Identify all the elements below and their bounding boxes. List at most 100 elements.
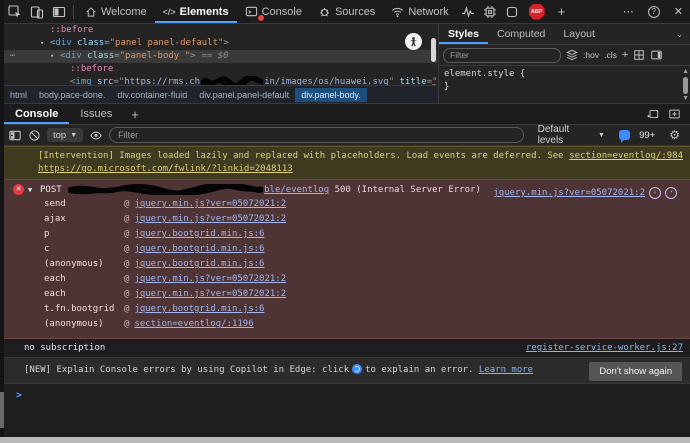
warning-source-link[interactable]: section=eventlog/:984 — [569, 150, 683, 163]
stack-frame-link[interactable]: jquery.bootgrid.min.js:6 — [134, 229, 264, 239]
console-warning-message: [Intervention] Images loaded lazily and … — [4, 146, 690, 180]
element-style-rule[interactable]: element.style { } — [439, 66, 690, 96]
node-options-icon[interactable]: ⋯ — [10, 50, 16, 63]
breadcrumb-item-panel-body[interactable]: div.panel-body. — [295, 88, 367, 102]
warning-link[interactable]: https://go.microsoft.com/fwlink/?linkid=… — [38, 164, 293, 174]
console-error-message: ✕ ▼POST ble/eventlog 500 (Internal Serve… — [4, 180, 690, 339]
tab-elements[interactable]: </> Elements — [155, 1, 237, 23]
console-error-badge — [257, 14, 265, 22]
expand-arrow-icon[interactable]: ▾ — [50, 50, 60, 63]
tab-network[interactable]: Network — [383, 1, 456, 23]
inspect-element-icon[interactable] — [4, 1, 26, 23]
hover-state-button[interactable]: :hov — [583, 50, 599, 60]
stack-frame: (anonymous)@section=eventlog/:1196 — [10, 317, 684, 332]
console-drawer: Console Issues + — [4, 103, 690, 437]
memory-chip-icon[interactable] — [479, 1, 501, 23]
breadcrumb-item-panel[interactable]: div.panel.panel-default — [193, 88, 295, 102]
stack-frame: p@jquery.bootgrid.min.js:6 — [10, 227, 684, 242]
tab-console[interactable]: Console — [237, 1, 310, 23]
page-edge-strip-bottom — [0, 437, 690, 443]
drawer-tab-console[interactable]: Console — [4, 104, 69, 124]
stack-frame: ajax@jquery.min.js?ver=05072021:2 — [10, 212, 684, 227]
toolbar-separator — [73, 5, 74, 19]
stack-frame: t.fn.bootgrid@jquery.bootgrid.min.js:6 — [10, 302, 684, 317]
stack-frame-link[interactable]: jquery.bootgrid.min.js:6 — [134, 259, 264, 269]
adblock-plus-icon[interactable]: ABP — [529, 4, 545, 20]
breadcrumb-item-body[interactable]: body.pace-done. — [33, 88, 111, 102]
add-drawer-tab-icon[interactable]: + — [123, 107, 147, 122]
customize-devtools-icon[interactable]: ⋯ — [616, 5, 641, 18]
clear-console-icon[interactable] — [28, 129, 41, 142]
stack-frame-link[interactable]: jquery.min.js?ver=05072021:2 — [134, 289, 286, 299]
live-expression-eye-icon[interactable] — [89, 129, 103, 142]
tab-layout[interactable]: Layout — [554, 24, 604, 44]
stack-frame-link[interactable]: jquery.min.js?ver=05072021:2 — [134, 214, 286, 224]
dom-node-panel-default[interactable]: ▾<div class="panel panel-default"> — [4, 37, 437, 50]
console-sidebar-icon[interactable] — [8, 129, 22, 142]
close-devtools-icon[interactable]: ✕ — [667, 5, 690, 18]
expand-arrow-icon[interactable]: ▾ — [40, 37, 50, 50]
error-url-link[interactable]: ble/eventlog — [67, 185, 329, 195]
log-source-link[interactable]: register-service-worker.js:27 — [526, 342, 683, 354]
learn-more-link[interactable]: Learn more — [479, 365, 533, 375]
accessibility-person-icon — [405, 33, 422, 50]
drawer-dock-icon[interactable] — [646, 108, 660, 120]
caret-down-icon: ▼ — [598, 132, 605, 139]
dom-node-panel-body-selected[interactable]: ⋯ ▾<div class="panel-body ">== $0 — [4, 50, 437, 63]
more-tabs-icon[interactable]: + — [551, 4, 573, 19]
breadcrumb-item-html[interactable]: html — [4, 88, 33, 102]
dom-node-pseudo-before[interactable]: ::before — [4, 24, 437, 37]
console-toolbar: top ▼ Default levels ▼ 99+ ⚙ — [4, 125, 690, 146]
styles-scroll-up-icon[interactable]: ▲ — [682, 68, 689, 75]
expand-stack-icon[interactable]: ▼ — [28, 183, 40, 197]
redaction-scribble — [201, 76, 263, 85]
dock-panel-icon[interactable] — [48, 1, 70, 23]
devtools-window: Welcome </> Elements Console Sources Net… — [0, 0, 690, 443]
stack-frame-link[interactable]: jquery.min.js?ver=05072021:2 — [134, 199, 286, 209]
styles-scroll-down-icon[interactable]: ▼ — [682, 95, 689, 102]
javascript-context-selector[interactable]: top ▼ — [47, 128, 83, 142]
copilot-console-banner: [NEW] Explain Console errors by using Co… — [4, 358, 690, 384]
console-filter-input[interactable] — [109, 127, 523, 143]
class-toggle-button[interactable]: .cls — [604, 50, 617, 60]
tab-styles[interactable]: Styles — [439, 24, 488, 44]
elements-scrollbar-thumb[interactable] — [431, 38, 436, 62]
breadcrumb-item-container[interactable]: div.container-fluid — [111, 88, 193, 102]
sources-bug-icon — [318, 5, 331, 18]
styles-scrollbar-thumb[interactable] — [683, 77, 688, 94]
error-post-line: ▼POST ble/eventlog 500 (Internal Server … — [10, 183, 684, 197]
layers-icon[interactable] — [566, 49, 578, 61]
log-levels-dropdown[interactable]: Default levels ▼ — [538, 124, 605, 146]
performance-icon[interactable] — [457, 1, 479, 23]
error-source-link[interactable]: jquery.min.js?ver=05072021:2 — [493, 187, 645, 199]
new-style-rule-button[interactable]: + — [622, 49, 628, 61]
dom-node-pseudo-before-2[interactable]: ::before — [4, 63, 437, 76]
stack-frame: (anonymous)@jquery.bootgrid.min.js:6 — [10, 257, 684, 272]
styles-filter-input[interactable] — [443, 48, 561, 63]
img-src-link[interactable]: https://rms.chin/images/os/huawei.svg — [124, 77, 388, 85]
drawer-tab-issues[interactable]: Issues — [69, 104, 123, 124]
tab-computed[interactable]: Computed — [488, 24, 554, 44]
tab-sources[interactable]: Sources — [310, 1, 383, 23]
copilot-explain-icon[interactable]: ◔ — [665, 187, 677, 199]
info-icon[interactable]: i — [649, 187, 661, 199]
grid-editor-icon[interactable] — [633, 49, 645, 61]
application-box-icon[interactable] — [501, 1, 523, 23]
tab-welcome[interactable]: Welcome — [77, 1, 155, 23]
stack-frame-link[interactable]: jquery.bootgrid.min.js:6 — [134, 244, 264, 254]
console-settings-gear-icon[interactable]: ⚙ — [669, 128, 680, 142]
stack-frame-link[interactable]: section=eventlog/:1196 — [134, 319, 253, 329]
sidebar-toggle-icon[interactable] — [650, 49, 663, 61]
stack-frame-link[interactable]: jquery.min.js?ver=05072021:2 — [134, 274, 286, 284]
device-toolbar-icon[interactable] — [26, 1, 48, 23]
stack-frame-link[interactable]: jquery.bootgrid.min.js:6 — [134, 304, 264, 314]
prompt-chevron-icon: > — [16, 390, 22, 401]
boxed-plus-icon[interactable] — [668, 108, 681, 120]
chevron-down-icon[interactable]: ⌄ — [676, 30, 683, 39]
issues-bubble-icon[interactable] — [619, 130, 630, 140]
dont-show-again-button[interactable]: Don't show again — [589, 362, 682, 381]
help-icon[interactable]: ? — [648, 6, 660, 18]
console-prompt[interactable]: > — [4, 384, 690, 407]
network-wifi-icon — [391, 5, 404, 18]
dom-node-img-huawei[interactable]: <img src="https://rms.chin/images/os/hua… — [4, 76, 437, 85]
